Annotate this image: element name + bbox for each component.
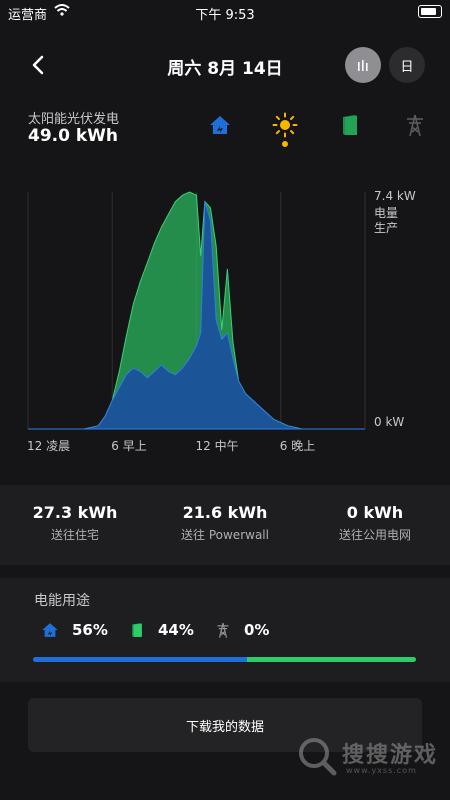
y-max-label: 7.4 kW <box>374 189 416 203</box>
stat-grid: 0 kWh 送往公用电网 <box>300 503 450 543</box>
stat-label: 送往公用电网 <box>338 528 411 542</box>
x-tick-label: 12 凌晨 <box>27 439 70 453</box>
usage-title: 电能用途 <box>34 593 90 609</box>
energy-usage-panel: 电能用途 56% 44% 0% <box>0 578 450 682</box>
grid-tower-icon[interactable] <box>402 112 428 138</box>
x-tick-label: 6 早上 <box>111 439 146 453</box>
stat-value: 0 kWh <box>346 503 404 522</box>
usage-bar-powerwall <box>247 657 416 662</box>
x-tick-label: 6 晚上 <box>280 439 315 453</box>
home-icon[interactable] <box>207 112 233 138</box>
solar-production-chart: 12 凌晨 6 早上 12 中午 6 晚上 7.4 kW 电量 生产 0 kW <box>27 189 416 453</box>
usage-home: 56% <box>40 618 108 642</box>
status-bar: 运营商 下午 9:53 <box>0 0 450 24</box>
watermark-url: www.yxss.com <box>346 766 417 775</box>
stat-label: 送往 Powerwall <box>181 528 269 542</box>
watermark-magnifier-icon <box>299 738 337 776</box>
chart-view-button[interactable] <box>345 47 381 83</box>
stat-value: 21.6 kWh <box>182 503 268 522</box>
stat-powerwall: 21.6 kWh 送往 Powerwall <box>150 503 300 543</box>
energy-stats: 27.3 kWh 送往住宅 21.6 kWh 送往 Powerwall 0 kW… <box>0 485 450 565</box>
y-axis-name-line2: 生产 <box>374 221 398 235</box>
powerwall-icon[interactable] <box>337 112 363 138</box>
day-view-button[interactable]: 日 <box>389 47 425 83</box>
stat-home: 27.3 kWh 送往住宅 <box>0 503 150 543</box>
watermark-logo: 搜搜游戏 www.yxss.com <box>296 735 446 780</box>
home-icon <box>42 623 58 637</box>
bar-chart-icon <box>358 60 368 71</box>
stat-value: 27.3 kWh <box>32 503 118 522</box>
y-axis-name-line1: 电量 <box>374 206 398 220</box>
solar-label: 太阳能光伏发电 <box>28 112 120 127</box>
page-title: 周六 8月 14日 <box>167 59 283 79</box>
watermark-text: 搜搜游戏 <box>342 743 439 768</box>
selected-indicator <box>282 141 288 147</box>
battery-icon <box>418 5 442 18</box>
usage-bar <box>33 657 416 662</box>
usage-home-pct: 56% <box>72 621 108 639</box>
x-tick-label: 12 中午 <box>196 438 239 453</box>
solar-value: 49.0 kWh <box>28 126 119 146</box>
grid-tower-icon <box>217 622 229 638</box>
stat-label: 送往住宅 <box>50 528 99 542</box>
status-time: 下午 9:53 <box>195 8 255 23</box>
usage-powerwall: 44% <box>128 618 194 642</box>
powerwall-icon <box>132 623 142 637</box>
usage-powerwall-pct: 44% <box>158 621 194 639</box>
y-min-label: 0 kW <box>374 415 404 429</box>
sun-icon[interactable] <box>272 112 298 138</box>
usage-grid-pct: 0% <box>244 621 270 639</box>
usage-bar-home <box>33 657 248 662</box>
usage-grid: 0% <box>214 618 269 642</box>
header: 周六 8月 14日 日 <box>0 40 450 90</box>
